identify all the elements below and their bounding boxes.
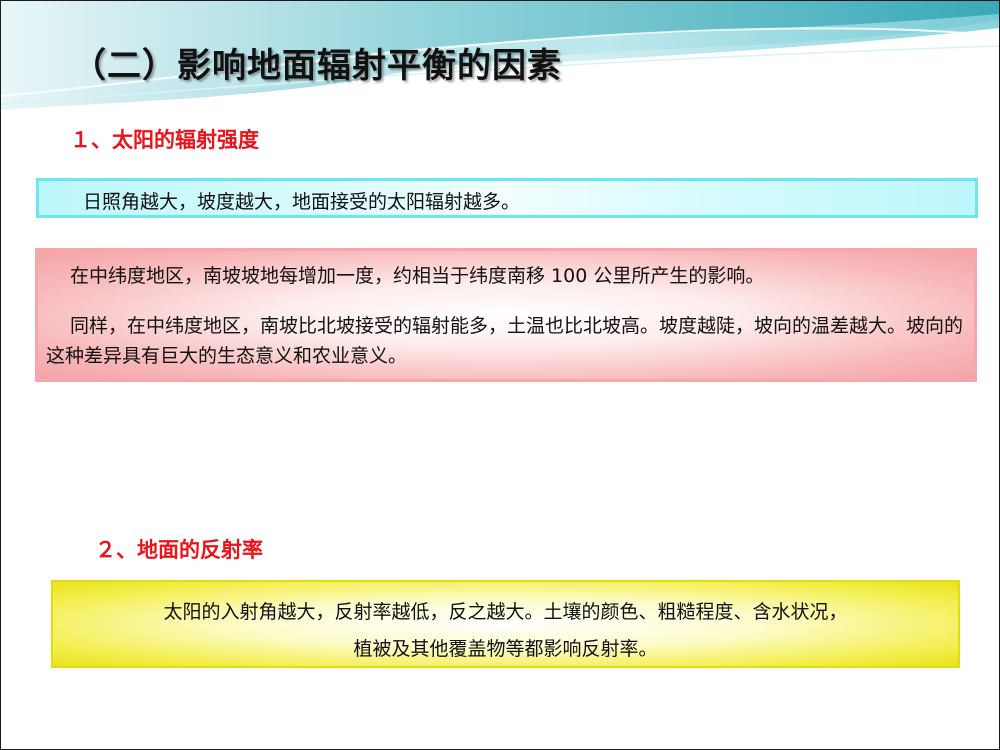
yellow-text-box: 太阳的入射角越大，反射率越低，反之越大。土壤的颜色、粗糙程度、含水状况， 植被及… [51, 580, 960, 668]
pink-text-box: 在中纬度地区，南坡坡地每增加一度，约相当于纬度南移 100 公里所产生的影响。 … [35, 248, 977, 382]
albedo-line-2: 植被及其他覆盖物等都影响反射率。 [353, 638, 658, 660]
slope-aspect-paragraph: 同样，在中纬度地区，南坡比北坡接受的辐射能多，土温也比北坡高。坡度越陡，坡向的温… [46, 315, 964, 367]
albedo-line-1: 太阳的入射角越大，反射率越低，反之越大。土壤的颜色、粗糙程度、含水状况， [163, 601, 848, 623]
section-heading-albedo: ２、地面的反射率 [95, 537, 263, 562]
cyan-text-box: 日照角越大，坡度越大，地面接受的太阳辐射越多。 [36, 178, 978, 218]
latitude-paragraph: 在中纬度地区，南坡坡地每增加一度，约相当于纬度南移 100 公里所产生的影响。 [70, 265, 765, 287]
sun-angle-statement: 日照角越大，坡度越大，地面接受的太阳辐射越多。 [83, 191, 521, 213]
section-heading-solar-intensity: １、太阳的辐射强度 [70, 127, 259, 152]
slide-title: （二）影响地面辐射平衡的因素 [72, 46, 562, 86]
